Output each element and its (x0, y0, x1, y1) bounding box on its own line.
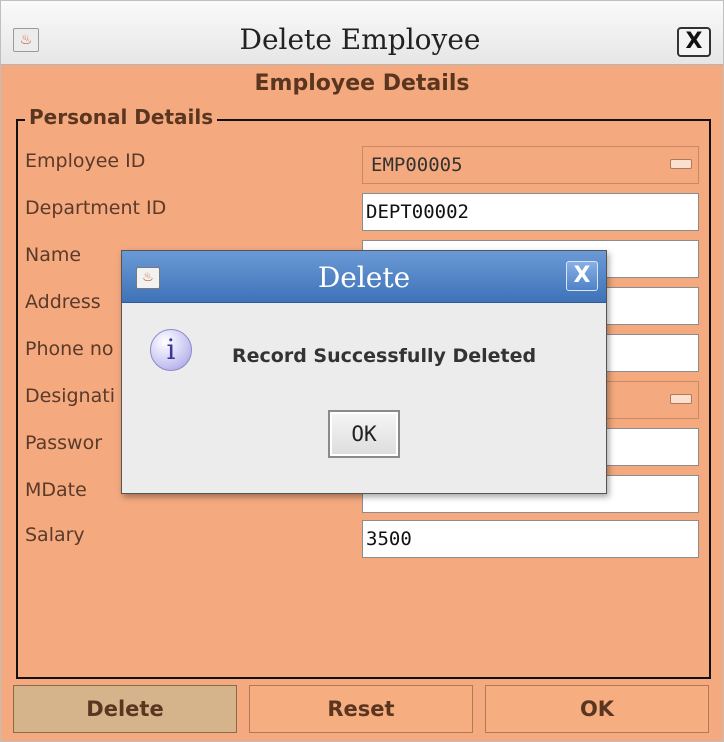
delete-confirmation-dialog: ♨ Delete X i Record Successfully Deleted… (121, 250, 607, 494)
mdate-label: MDate (25, 479, 87, 501)
salary-label: Salary (25, 524, 85, 546)
reset-button[interactable]: Reset (249, 685, 473, 733)
name-label: Name (25, 244, 82, 266)
password-label: Passwor (25, 432, 103, 454)
dialog-message: Record Successfully Deleted (232, 345, 537, 367)
window-title: Delete Employee (239, 23, 481, 56)
info-icon: i (150, 329, 192, 371)
personal-details-legend: Personal Details (25, 105, 218, 129)
delete-button[interactable]: Delete (13, 685, 237, 733)
employee-id-label: Employee ID (25, 150, 146, 172)
employee-id-combo[interactable]: EMP00005 (362, 146, 699, 184)
department-id-field[interactable]: DEPT00002 (362, 193, 699, 231)
dialog-titlebar[interactable]: ♨ Delete X (122, 251, 606, 303)
dialog-title: Delete (317, 261, 411, 294)
phone-label: Phone no (25, 338, 114, 360)
ok-button[interactable]: OK (485, 685, 709, 733)
address-label: Address (25, 291, 101, 313)
employee-id-value: EMP00005 (371, 154, 463, 176)
dropdown-button-icon[interactable] (670, 159, 692, 169)
salary-field[interactable]: 3500 (362, 520, 699, 558)
dialog-ok-button[interactable]: OK (328, 410, 400, 458)
window-close-button[interactable]: X (677, 27, 711, 57)
department-id-label: Department ID (25, 197, 167, 219)
window-titlebar[interactable]: ♨ Delete Employee X (1, 1, 723, 65)
dialog-close-button[interactable]: X (566, 261, 598, 291)
employee-details-heading: Employee Details (254, 71, 470, 96)
designation-label: Designati (25, 385, 115, 407)
dropdown-button-icon[interactable] (670, 394, 692, 404)
